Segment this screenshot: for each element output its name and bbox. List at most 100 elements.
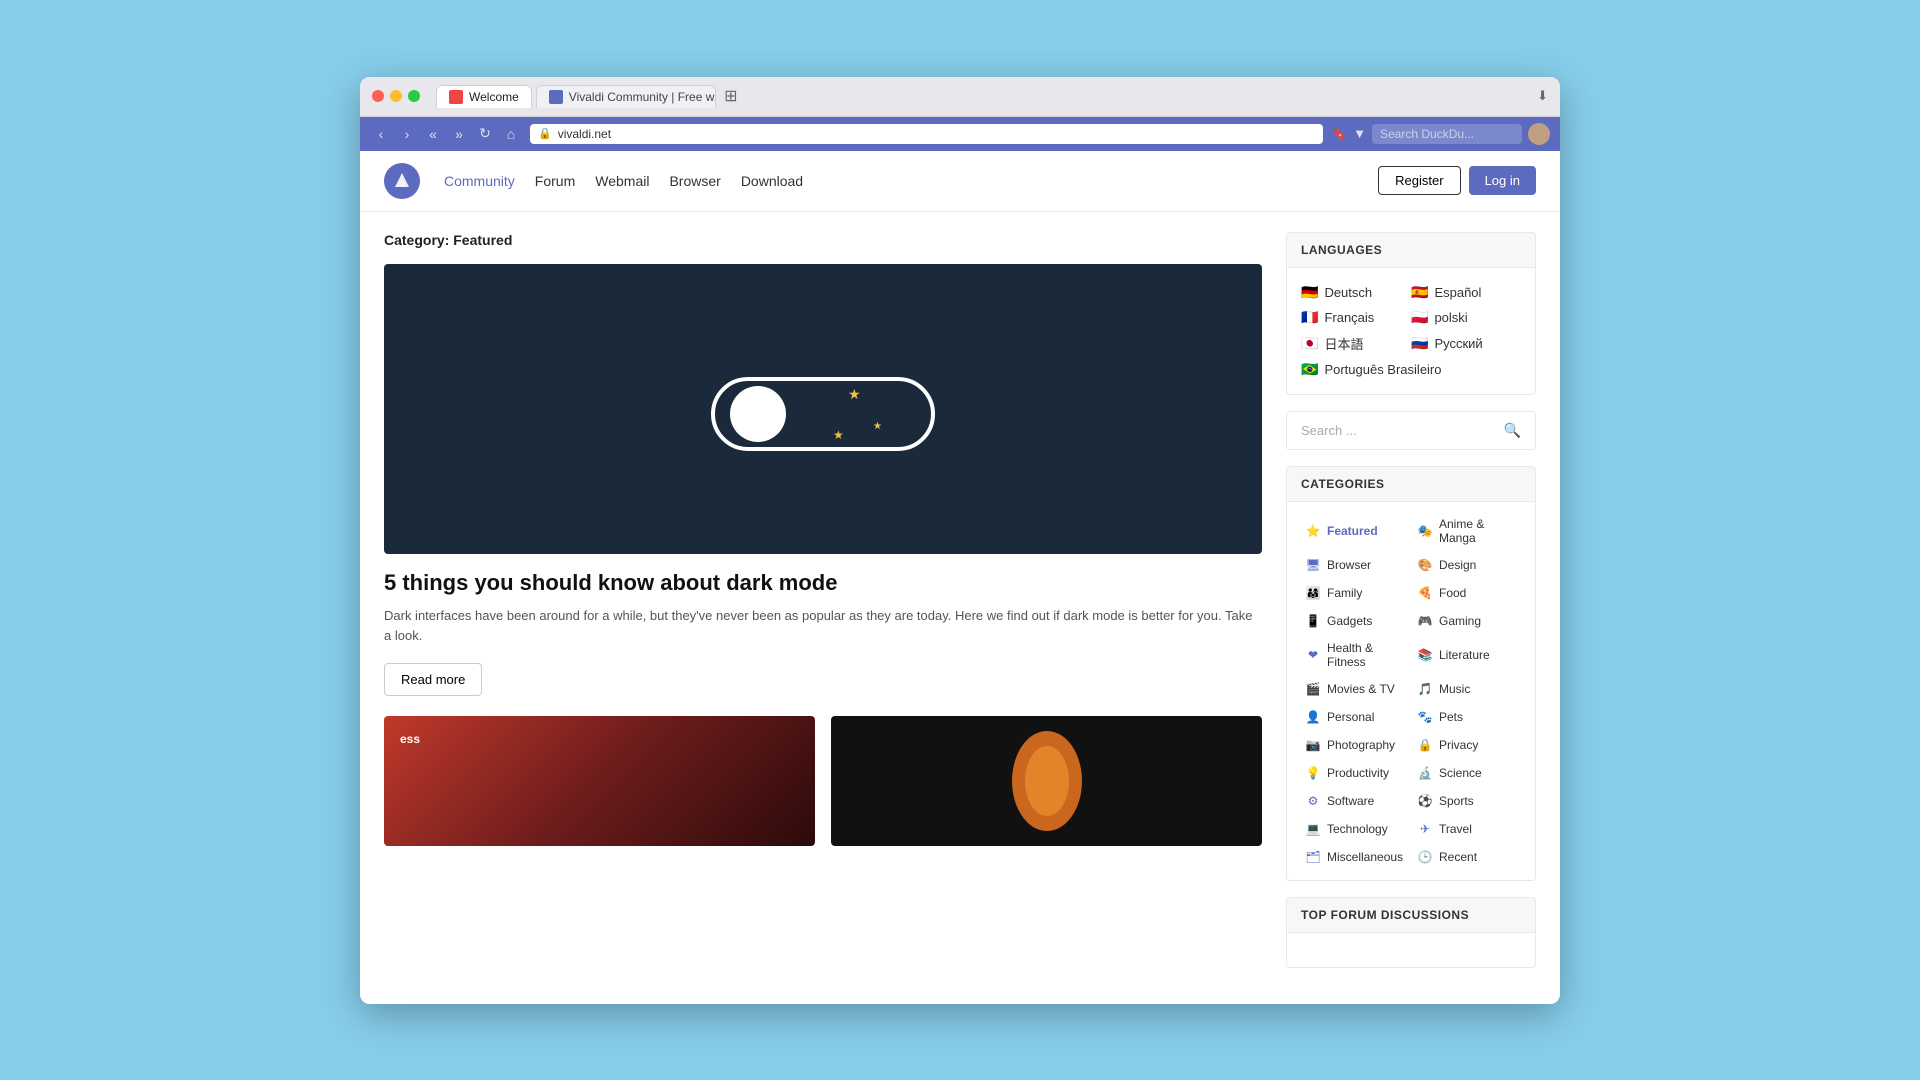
cat-music[interactable]: 🎵 Music [1413,676,1521,702]
cat-label-photography: Photography [1327,738,1395,752]
search-input[interactable] [1372,124,1522,144]
lang-polski[interactable]: 🇵🇱 polski [1411,305,1521,330]
post-card-1-text: ess [384,716,815,762]
cat-label-anime: Anime & Manga [1439,517,1517,545]
cat-photography[interactable]: 📷 Photography [1301,732,1409,758]
fast-back-button[interactable]: « [422,123,444,145]
cat-label-science: Science [1439,766,1482,780]
cat-technology[interactable]: 💻 Technology [1301,816,1409,842]
cat-movies[interactable]: 🎬 Movies & TV [1301,676,1409,702]
nav-forum[interactable]: Forum [535,173,575,189]
nav-community[interactable]: Community [444,173,515,189]
cat-science[interactable]: 🔬 Science [1413,760,1521,786]
home-button[interactable]: ⌂ [500,123,522,145]
cat-featured[interactable]: ⭐ Featured [1301,512,1409,550]
lock-icon: 🔒 [538,127,552,140]
cat-icon-privacy: 🔒 [1417,737,1433,753]
tab-community[interactable]: Vivaldi Community | Free w... [536,85,716,108]
cat-browser[interactable]: 🖥 Browser [1301,552,1409,578]
post-card-2[interactable] [831,716,1262,846]
cat-anime[interactable]: 🎭 Anime & Manga [1413,512,1521,550]
address-bar[interactable]: 🔒 vivaldi.net [530,124,1323,144]
cat-software[interactable]: ⚙ Software [1301,788,1409,814]
nav-download[interactable]: Download [741,173,803,189]
cat-food[interactable]: 🍕 Food [1413,580,1521,606]
cat-sports[interactable]: ⚽ Sports [1413,788,1521,814]
cat-icon-gadgets: 📱 [1305,613,1321,629]
flag-es: 🇪🇸 [1411,284,1428,301]
lang-japanese[interactable]: 🇯🇵 日本語 [1301,330,1411,357]
cat-travel[interactable]: ✈ Travel [1413,816,1521,842]
downloads-icon[interactable]: ⬇ [1537,88,1548,104]
lang-espanol[interactable]: 🇪🇸 Español [1411,280,1521,305]
cat-icon-music: 🎵 [1417,681,1433,697]
cat-privacy[interactable]: 🔒 Privacy [1413,732,1521,758]
lang-portuguese[interactable]: 🇧🇷 Português Brasileiro [1301,357,1521,382]
cat-label-movies: Movies & TV [1327,682,1395,696]
minimize-button[interactable] [390,90,402,102]
cat-gadgets[interactable]: 📱 Gadgets [1301,608,1409,634]
nav-auth: Register Log in [1378,166,1536,195]
traffic-lights [372,90,420,102]
browser-titlebar: Welcome Vivaldi Community | Free w... ⊞ … [360,77,1560,117]
nav-webmail[interactable]: Webmail [595,173,649,189]
lang-deutsch[interactable]: 🇩🇪 Deutsch [1301,280,1411,305]
fast-forward-button[interactable]: » [448,123,470,145]
page-content: Community Forum Webmail Browser Download… [360,151,1560,1004]
sidebar-search-input[interactable] [1301,423,1504,438]
flag-ru: 🇷🇺 [1411,335,1428,352]
read-more-button[interactable]: Read more [384,663,482,696]
svg-text:★: ★ [833,428,844,442]
lang-francais[interactable]: 🇫🇷 Français [1301,305,1411,330]
tab-welcome[interactable]: Welcome [436,85,532,108]
cat-icon-literature: 📚 [1417,647,1433,663]
back-button[interactable]: ‹ [370,123,392,145]
cat-health[interactable]: ❤ Health & Fitness [1301,636,1409,674]
lang-polski-label: polski [1434,310,1467,325]
tab-favicon-welcome [449,90,463,104]
cat-literature[interactable]: 📚 Literature [1413,636,1521,674]
cat-miscellaneous[interactable]: 🗂 Miscellaneous [1301,844,1409,870]
cat-gaming[interactable]: 🎮 Gaming [1413,608,1521,634]
cat-icon-design: 🎨 [1417,557,1433,573]
cat-icon-photography: 📷 [1305,737,1321,753]
sidebar-search-box[interactable]: 🔍 [1286,411,1536,450]
cat-pets[interactable]: 🐾 Pets [1413,704,1521,730]
flag-fr: 🇫🇷 [1301,309,1318,326]
cat-productivity[interactable]: 💡 Productivity [1301,760,1409,786]
cat-icon-science: 🔬 [1417,765,1433,781]
cat-family[interactable]: 👨‍👩‍👧 Family [1301,580,1409,606]
nav-browser[interactable]: Browser [669,173,720,189]
cat-label-privacy: Privacy [1439,738,1478,752]
cat-icon-software: ⚙ [1305,793,1321,809]
cat-label-pets: Pets [1439,710,1463,724]
post-card-1[interactable]: ess [384,716,815,846]
reload-button[interactable]: ↻ [474,123,496,145]
login-button[interactable]: Log in [1469,166,1536,195]
categories-grid: ⭐ Featured 🎭 Anime & Manga 🖥 Browser [1287,502,1535,880]
new-tab-button[interactable]: ⊞ [720,85,742,107]
bookmark-icon[interactable]: 🔖 [1331,126,1347,142]
cat-icon-pets: 🐾 [1417,709,1433,725]
flag-pl: 🇵🇱 [1411,309,1428,326]
top-forum-content [1287,933,1535,967]
cat-label-sports: Sports [1439,794,1474,808]
forward-button[interactable]: › [396,123,418,145]
close-button[interactable] [372,90,384,102]
profile-avatar[interactable] [1528,123,1550,145]
maximize-button[interactable] [408,90,420,102]
post-card-1-label: ess [400,732,420,746]
cat-design[interactable]: 🎨 Design [1413,552,1521,578]
sidebar-search-button[interactable]: 🔍 [1504,422,1521,439]
register-button[interactable]: Register [1378,166,1460,195]
bookmark-list-icon[interactable]: ▼ [1353,126,1366,141]
lang-russian[interactable]: 🇷🇺 Русский [1411,330,1521,357]
cat-label-design: Design [1439,558,1476,572]
cat-label-gadgets: Gadgets [1327,614,1372,628]
cat-icon-movies: 🎬 [1305,681,1321,697]
cat-personal[interactable]: 👤 Personal [1301,704,1409,730]
cat-recent[interactable]: 🕒 Recent [1413,844,1521,870]
languages-grid: 🇩🇪 Deutsch 🇪🇸 Español 🇫🇷 Français [1287,268,1535,394]
cat-label-technology: Technology [1327,822,1388,836]
flag-de: 🇩🇪 [1301,284,1318,301]
